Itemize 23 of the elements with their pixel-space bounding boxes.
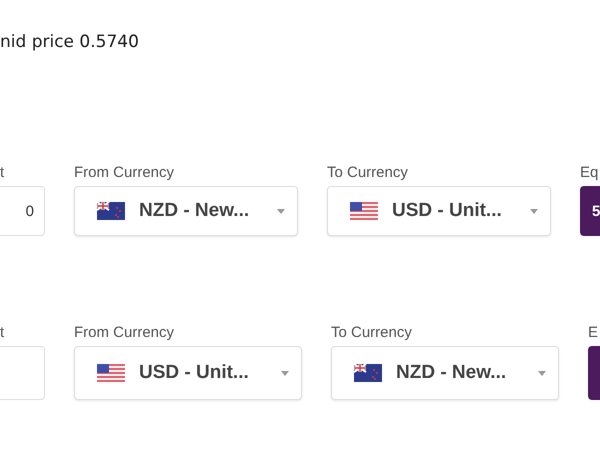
mid-price-text: nid price 0.5740 [0, 31, 140, 54]
field-label: To Currency [327, 164, 409, 182]
flag-icon [354, 364, 382, 382]
currency-select[interactable]: USD - Unit... [74, 346, 302, 400]
flag-icon [97, 202, 125, 220]
field-label: To Currency [331, 324, 413, 342]
amount-field[interactable]: 0 [0, 186, 45, 236]
currency-select[interactable]: USD - Unit... [327, 186, 551, 236]
caret-icon [277, 208, 285, 214]
flag-icon [350, 202, 378, 220]
caret-icon [281, 370, 289, 376]
field-label: Eq [580, 164, 600, 182]
result-box: 5 [580, 186, 600, 236]
field-label: t [0, 324, 6, 342]
caret-icon [538, 370, 546, 376]
field-label: E [588, 324, 600, 342]
field-label: From Currency [74, 324, 176, 342]
flag-icon [97, 364, 125, 382]
field-label: t [0, 164, 6, 182]
currency-select[interactable]: NZD - New... [331, 346, 559, 400]
field-label: From Currency [74, 164, 176, 182]
caret-icon [530, 208, 538, 214]
currency-select[interactable]: NZD - New... [74, 186, 298, 236]
